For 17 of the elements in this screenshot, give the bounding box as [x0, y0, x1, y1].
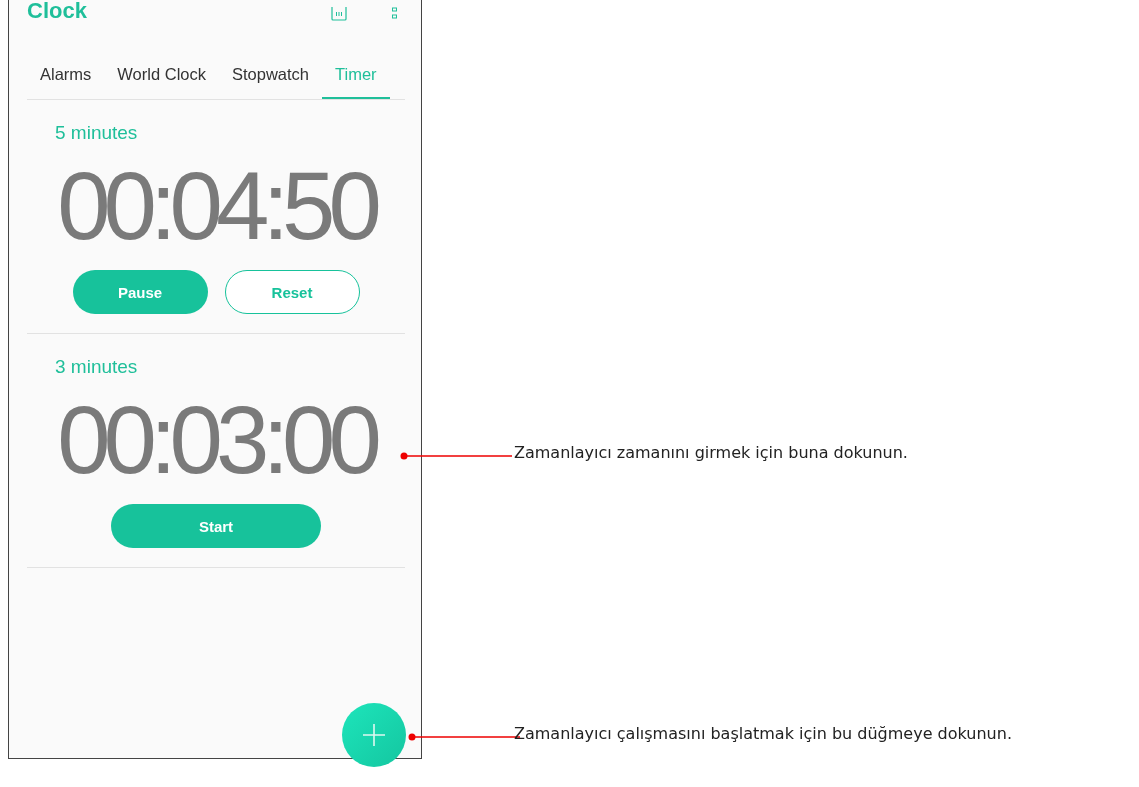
tab[interactable]: Stopwatch — [219, 55, 323, 99]
timer-button[interactable]: Start — [111, 504, 321, 548]
tab[interactable]: Timer — [322, 55, 390, 99]
calendar-icon[interactable] — [331, 7, 347, 21]
timer-button[interactable]: Reset — [224, 270, 360, 314]
more-menu-icon[interactable] — [392, 7, 397, 21]
app-title: Clock — [27, 0, 88, 24]
timer-button[interactable]: Pause — [72, 270, 208, 314]
timer-display[interactable]: 00:04:50 — [57, 158, 375, 254]
timer-label: 5 minutes — [55, 122, 138, 144]
callout-text: Zamanlayıcı zamanını girmek için buna dokunun. — [514, 443, 908, 462]
timer-label: 3 minutes — [55, 356, 138, 378]
callout-text: Zamanlayıcı çalışmasını başlatmak için bu düğmeye dokunun. — [514, 724, 1012, 743]
tab[interactable]: World Clock — [104, 55, 219, 99]
timer-display[interactable]: 00:03:00 — [57, 392, 375, 488]
plus-icon — [362, 723, 386, 747]
tab[interactable]: Alarms — [27, 55, 105, 99]
